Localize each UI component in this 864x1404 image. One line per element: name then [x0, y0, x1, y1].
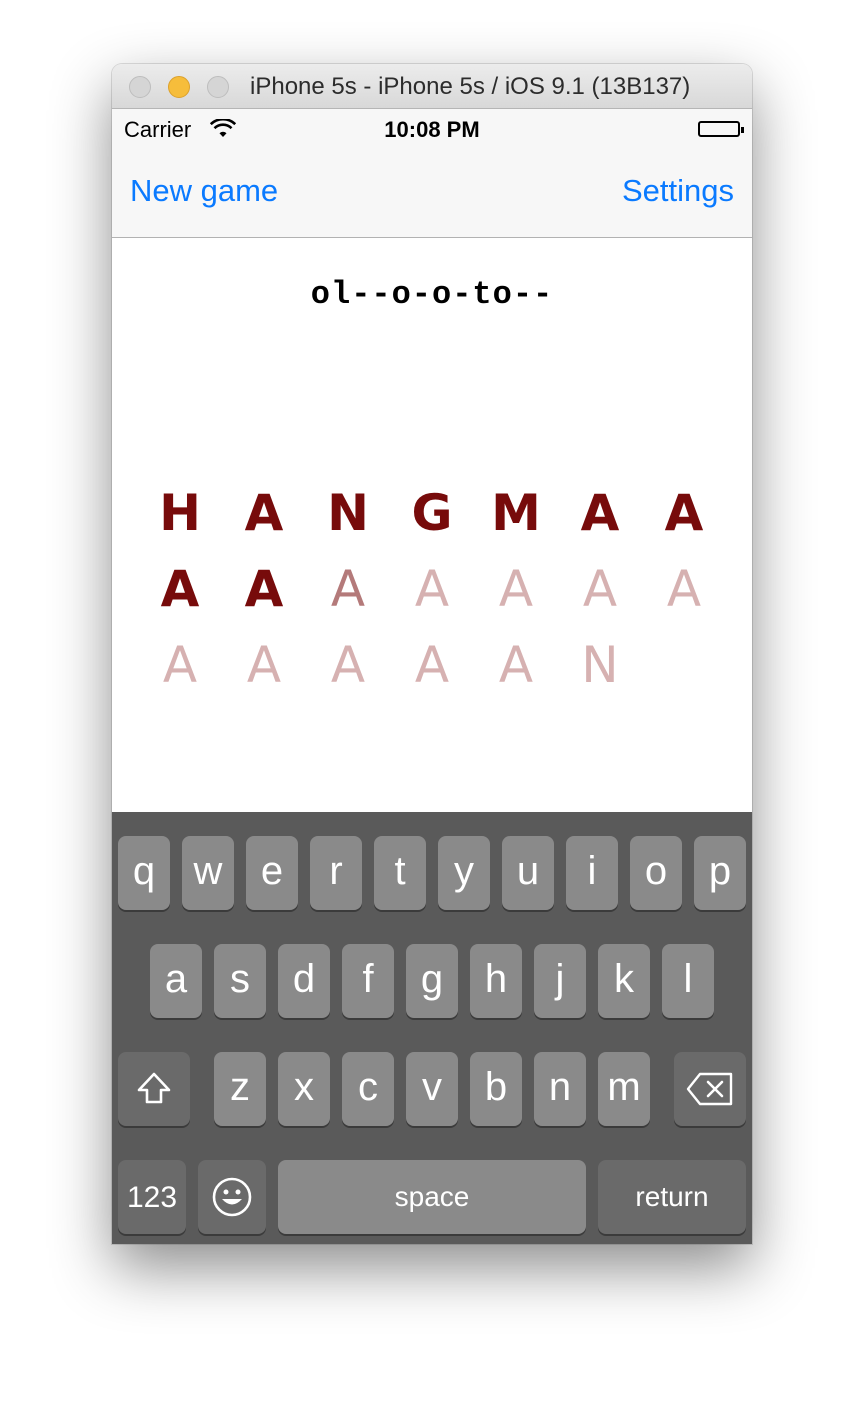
- navigation-bar: New game Settings: [112, 149, 752, 238]
- key-m[interactable]: m: [598, 1052, 650, 1126]
- key-z[interactable]: z: [214, 1052, 266, 1126]
- key-c[interactable]: c: [342, 1052, 394, 1126]
- key-h[interactable]: h: [470, 944, 522, 1018]
- space-key[interactable]: space: [278, 1160, 586, 1234]
- key-n[interactable]: n: [534, 1052, 586, 1126]
- clock: 10:08 PM: [384, 117, 480, 142]
- hangman-letter: N: [581, 636, 619, 694]
- key-i[interactable]: i: [566, 836, 618, 910]
- key-d[interactable]: d: [278, 944, 330, 1018]
- delete-icon: [686, 1072, 733, 1106]
- shift-key[interactable]: [118, 1052, 190, 1126]
- battery-icon: [698, 121, 740, 137]
- keyboard: q w e r t y u i o p a s d f g h j k l z …: [112, 812, 752, 1244]
- hangman-letter: A: [664, 484, 704, 542]
- hangman-letter: A: [244, 560, 284, 618]
- hangman-letter: H: [159, 484, 201, 542]
- simulator-window: iPhone 5s - iPhone 5s / iOS 9.1 (13B137)…: [112, 64, 752, 1244]
- status-bar: Carrier 10:08 PM: [112, 109, 752, 149]
- key-f[interactable]: f: [342, 944, 394, 1018]
- key-q[interactable]: q: [118, 836, 170, 910]
- key-a[interactable]: a: [150, 944, 202, 1018]
- minimize-window-button[interactable]: [168, 76, 190, 98]
- shift-icon: [137, 1072, 171, 1104]
- hangman-letter: G: [411, 484, 453, 542]
- key-g[interactable]: g: [406, 944, 458, 1018]
- numbers-key[interactable]: 123: [118, 1160, 186, 1234]
- key-y[interactable]: y: [438, 836, 490, 910]
- key-p[interactable]: p: [694, 836, 746, 910]
- key-o[interactable]: o: [630, 836, 682, 910]
- hangman-letter: A: [666, 560, 702, 618]
- hangman-letter: M: [491, 484, 541, 542]
- key-l[interactable]: l: [662, 944, 714, 1018]
- key-e[interactable]: e: [246, 836, 298, 910]
- key-x[interactable]: x: [278, 1052, 330, 1126]
- key-r[interactable]: r: [310, 836, 362, 910]
- hangman-letter: A: [414, 636, 450, 694]
- hangman-letter: A: [160, 560, 200, 618]
- hangman-letter: A: [498, 560, 534, 618]
- return-key[interactable]: return: [598, 1160, 746, 1234]
- hangman-letter: A: [330, 636, 366, 694]
- key-t[interactable]: t: [374, 836, 426, 910]
- game-area: ol--o-o-to-- H A N G M A A A A A A A A A…: [112, 238, 752, 812]
- delete-key[interactable]: [674, 1052, 746, 1126]
- key-s[interactable]: s: [214, 944, 266, 1018]
- key-u[interactable]: u: [502, 836, 554, 910]
- hangman-letter: N: [327, 484, 369, 542]
- key-w[interactable]: w: [182, 836, 234, 910]
- hangman-letter: A: [244, 484, 284, 542]
- emoji-key[interactable]: [198, 1160, 266, 1234]
- hangman-letter: A: [498, 636, 534, 694]
- puzzle-word: ol--o-o-to--: [310, 276, 554, 313]
- zoom-window-button[interactable]: [207, 76, 229, 98]
- close-window-button[interactable]: [129, 76, 151, 98]
- window-title: iPhone 5s - iPhone 5s / iOS 9.1 (13B137): [250, 73, 691, 100]
- battery-cap: [741, 127, 744, 133]
- new-game-button[interactable]: New game: [130, 173, 278, 209]
- hangman-letter: A: [246, 636, 282, 694]
- hangman-letter: A: [582, 560, 618, 618]
- title-bar: iPhone 5s - iPhone 5s / iOS 9.1 (13B137): [112, 64, 752, 109]
- key-v[interactable]: v: [406, 1052, 458, 1126]
- key-k[interactable]: k: [598, 944, 650, 1018]
- key-b[interactable]: b: [470, 1052, 522, 1126]
- key-j[interactable]: j: [534, 944, 586, 1018]
- settings-button[interactable]: Settings: [622, 173, 734, 209]
- hangman-letter: A: [162, 636, 198, 694]
- hangman-letter: A: [580, 484, 620, 542]
- hangman-letter: A: [330, 560, 366, 618]
- emoji-icon: [212, 1177, 252, 1217]
- hangman-letter: A: [414, 560, 450, 618]
